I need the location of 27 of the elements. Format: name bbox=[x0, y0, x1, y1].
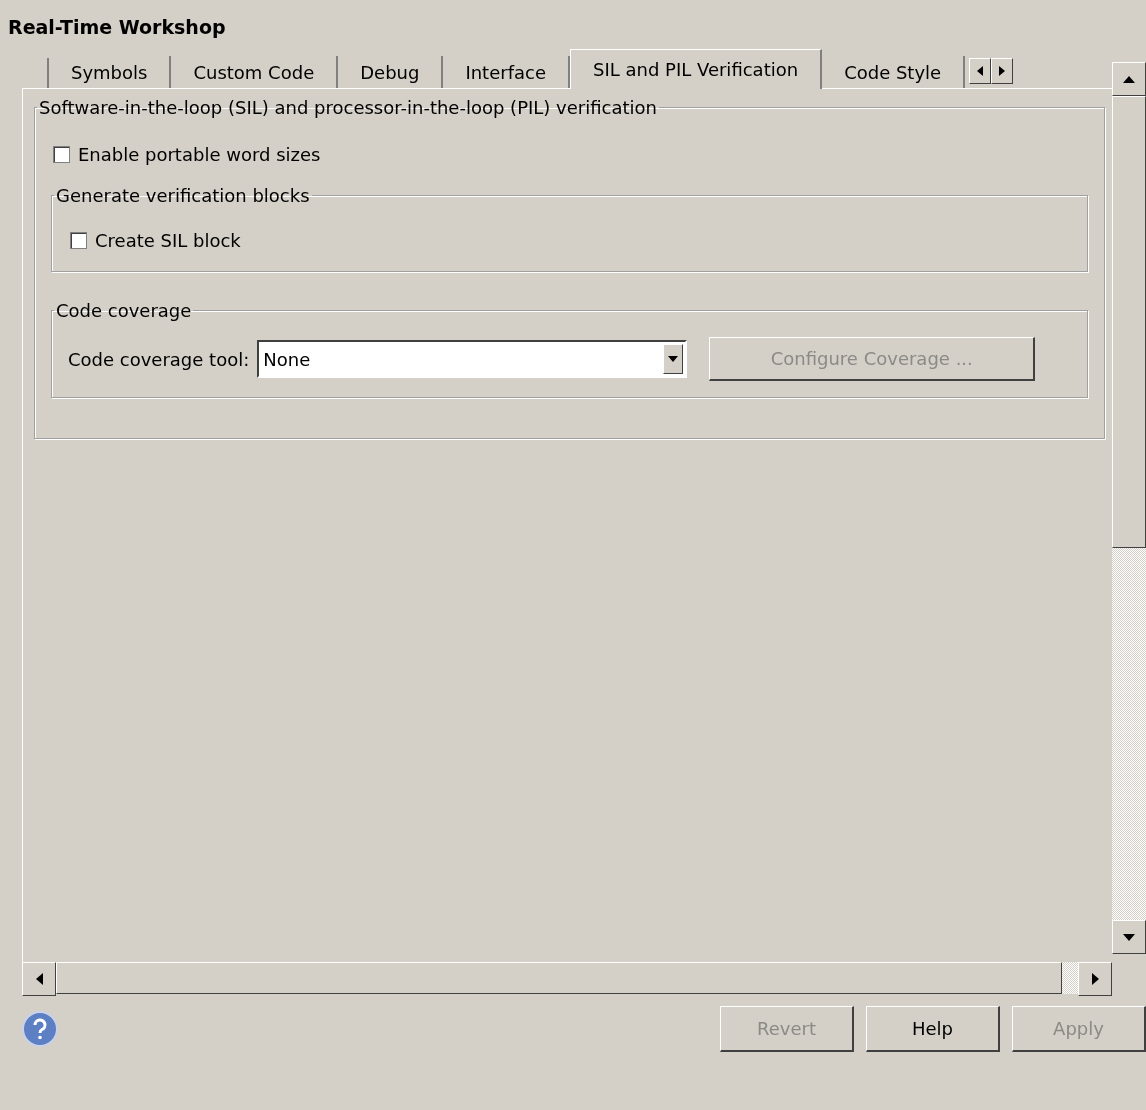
field-label: Code coverage tool: bbox=[68, 348, 250, 370]
tab[interactable]: Debug bbox=[338, 56, 444, 88]
group-legend: Code coverage bbox=[54, 300, 194, 321]
checkbox-label[interactable]: Create SIL block bbox=[95, 230, 241, 251]
scroll-left-icon[interactable] bbox=[22, 962, 56, 996]
scroll-thumb[interactable] bbox=[1112, 96, 1146, 548]
checkbox[interactable] bbox=[53, 146, 70, 163]
group-legend: Software-in-the-loop (SIL) and processor-in-the-loop (PIL) verification bbox=[37, 97, 659, 118]
scroll-down-icon[interactable] bbox=[1112, 920, 1146, 954]
panel-title: Real-Time Workshop bbox=[7, 15, 227, 40]
tab[interactable]: SIL and PIL Verification bbox=[570, 49, 823, 89]
dropdown[interactable]: None bbox=[257, 340, 688, 378]
scroll-right-icon[interactable] bbox=[991, 58, 1014, 84]
scroll-up-icon[interactable] bbox=[1112, 62, 1146, 96]
scroll-right-icon[interactable] bbox=[1078, 962, 1112, 996]
group-legend: Generate verification blocks bbox=[54, 185, 312, 206]
help-icon[interactable] bbox=[22, 1011, 58, 1047]
tab[interactable]: Custom Code bbox=[171, 56, 339, 88]
checkbox-label[interactable]: Enable portable word sizes bbox=[78, 144, 321, 165]
dialog-button[interactable]: Help bbox=[866, 1006, 1000, 1052]
tab[interactable]: Code Style bbox=[822, 56, 966, 88]
scroll-thumb[interactable] bbox=[56, 962, 1062, 994]
caret-icon[interactable] bbox=[663, 344, 684, 374]
scroll-left-icon[interactable] bbox=[969, 58, 992, 84]
checkbox[interactable] bbox=[70, 232, 87, 249]
tab[interactable]: Symbols bbox=[49, 56, 172, 88]
scroll-track[interactable] bbox=[1062, 962, 1078, 994]
